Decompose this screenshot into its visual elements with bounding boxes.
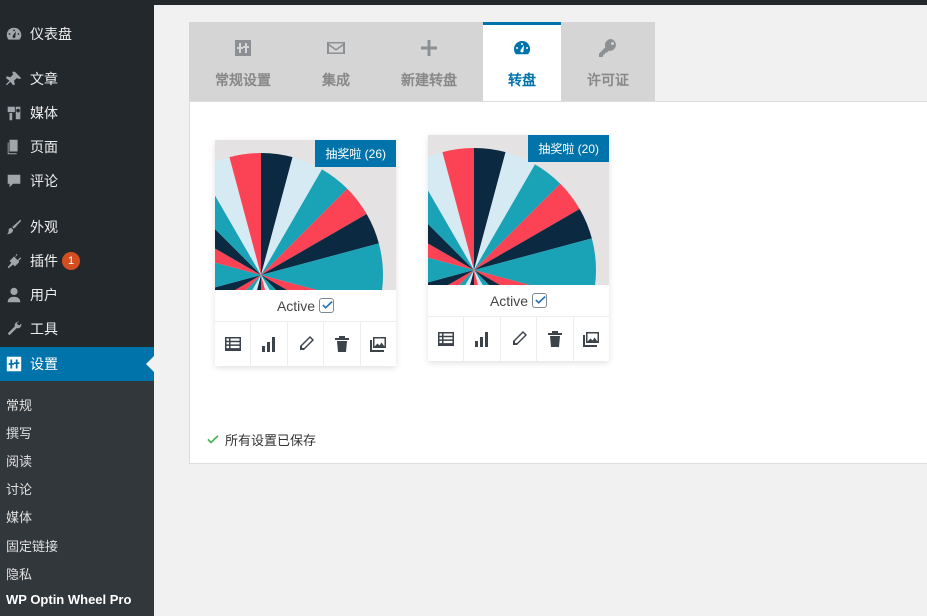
plus-icon <box>419 38 439 61</box>
sidebar-item-label: 用户 <box>30 287 58 303</box>
settings-submenu: 常规 撰写 阅读 讨论 媒体 固定链接 隐私 WP Optin Wheel Pr… <box>0 381 154 616</box>
sidebar-item-posts[interactable]: 文章 <box>0 62 154 96</box>
tab-label: 集成 <box>322 72 350 88</box>
update-count-badge: 1 <box>62 252 80 270</box>
save-notice: 所有设置已保存 <box>205 430 316 449</box>
stats-icon[interactable] <box>251 322 288 366</box>
envelope-icon <box>326 38 346 61</box>
tab-license[interactable]: 许可证 <box>561 22 655 102</box>
wheel-preview[interactable]: 抽奖啦 (26) <box>215 140 396 290</box>
wheel-preview[interactable]: 抽奖啦 (20) <box>428 135 609 285</box>
tab-label: 常规设置 <box>215 72 271 88</box>
wrench-icon <box>4 319 24 339</box>
submenu-item-privacy[interactable]: 隐私 <box>6 564 32 583</box>
sidebar-item-dashboard[interactable]: 仪表盘 <box>0 17 154 51</box>
wheel-name-tag: 抽奖啦 (20) <box>528 135 609 162</box>
tab-label: 新建转盘 <box>401 72 457 88</box>
sidebar-item-label: 外观 <box>30 219 58 235</box>
submenu-item-discussion[interactable]: 讨论 <box>6 479 32 498</box>
tab-label: 许可证 <box>587 72 629 88</box>
sidebar-item-label: 评论 <box>30 173 58 189</box>
admin-sidebar: 仪表盘 文章 媒体 页面 评论 外观 插件 1 用户 工具 设置 常规 撰写 阅… <box>0 0 154 616</box>
wheel-name-tag: 抽奖啦 (26) <box>315 140 396 167</box>
wheel-status: Active <box>428 285 609 317</box>
active-checkbox[interactable] <box>319 298 335 313</box>
sidebar-item-appearance[interactable]: 外观 <box>0 210 154 244</box>
wheel-card: 抽奖啦 (26) Active <box>215 140 396 366</box>
brush-icon <box>4 217 24 237</box>
submenu-item-general[interactable]: 常规 <box>6 395 32 414</box>
tab-label: 转盘 <box>508 72 536 88</box>
sidebar-item-label: 设置 <box>30 356 58 372</box>
sidebar-item-label: 仪表盘 <box>30 26 72 42</box>
tab-general-settings[interactable]: 常规设置 <box>189 22 297 102</box>
tab-new-wheel[interactable]: 新建转盘 <box>375 22 483 102</box>
gauge-icon <box>512 38 532 61</box>
tab-integrations[interactable]: 集成 <box>297 22 375 102</box>
delete-icon[interactable] <box>537 317 574 361</box>
pin-icon <box>4 69 24 89</box>
checkmark-icon <box>207 434 219 444</box>
stats-icon[interactable] <box>464 317 501 361</box>
sidebar-item-label: 媒体 <box>30 105 58 121</box>
duplicate-icon[interactable] <box>361 322 396 366</box>
status-label: Active <box>276 297 316 314</box>
sidebar-item-plugins[interactable]: 插件 1 <box>0 244 154 278</box>
sidebar-item-settings[interactable]: 设置 <box>0 347 154 381</box>
plugin-icon <box>4 251 24 271</box>
list-icon[interactable] <box>428 317 465 361</box>
sliders-icon <box>233 38 253 61</box>
edit-icon[interactable] <box>501 317 538 361</box>
wheel-actions <box>215 322 396 366</box>
save-notice-text: 所有设置已保存 <box>225 433 317 448</box>
settings-icon <box>4 354 24 374</box>
submenu-item-writing[interactable]: 撰写 <box>6 423 32 442</box>
submenu-item-wp-optin-wheel-pro[interactable]: WP Optin Wheel Pro <box>6 592 131 607</box>
sidebar-item-comments[interactable]: 评论 <box>0 164 154 198</box>
active-checkbox[interactable] <box>532 293 548 308</box>
sidebar-item-label: 页面 <box>30 139 58 155</box>
sidebar-item-tools[interactable]: 工具 <box>0 312 154 346</box>
sidebar-item-label: 文章 <box>30 71 58 87</box>
user-icon <box>4 285 24 305</box>
dashboard-icon <box>4 24 24 44</box>
sidebar-item-users[interactable]: 用户 <box>0 278 154 312</box>
media-icon <box>4 103 24 123</box>
settings-tabs: 常规设置 集成 新建转盘 转盘 许可证 <box>189 22 655 102</box>
sidebar-item-pages[interactable]: 页面 <box>0 130 154 164</box>
sidebar-item-media[interactable]: 媒体 <box>0 96 154 130</box>
sidebar-item-label: 工具 <box>30 321 58 337</box>
delete-icon[interactable] <box>324 322 361 366</box>
submenu-item-reading[interactable]: 阅读 <box>6 451 32 470</box>
sidebar-item-label: 插件 <box>30 253 58 269</box>
wheels-panel: 抽奖啦 (26) Active 抽奖啦 (20) Active 所有设置已保存 <box>189 101 927 464</box>
comment-icon <box>4 171 24 191</box>
submenu-item-permalinks[interactable]: 固定链接 <box>6 536 58 555</box>
wheel-card: 抽奖啦 (20) Active <box>428 135 609 361</box>
wheel-actions <box>428 317 609 361</box>
status-label: Active <box>489 292 529 309</box>
tab-wheels[interactable]: 转盘 <box>483 22 561 102</box>
list-icon[interactable] <box>215 322 252 366</box>
edit-icon[interactable] <box>288 322 325 366</box>
key-icon <box>598 38 618 61</box>
duplicate-icon[interactable] <box>574 317 609 361</box>
submenu-item-media[interactable]: 媒体 <box>6 507 32 526</box>
page-icon <box>4 137 24 157</box>
wheel-status: Active <box>215 290 396 322</box>
